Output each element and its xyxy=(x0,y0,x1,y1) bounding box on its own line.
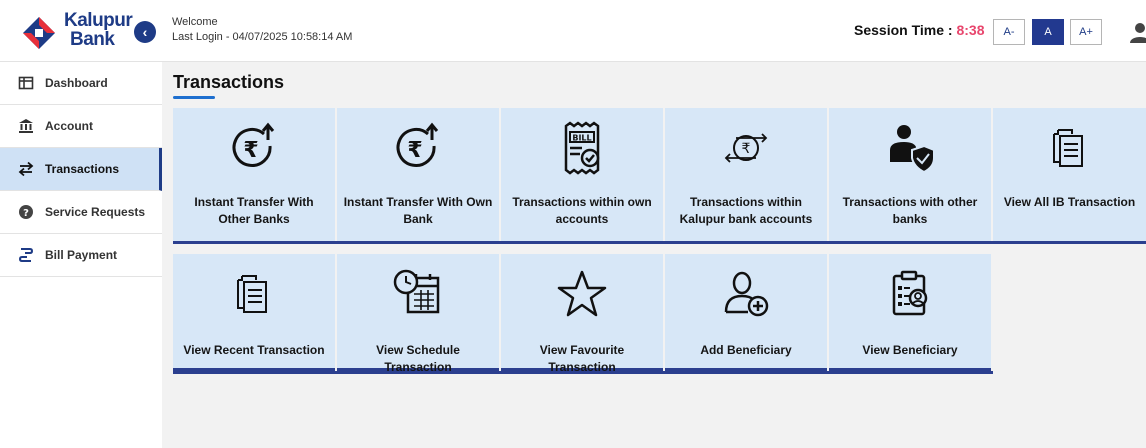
last-login-text: Last Login - 04/07/2025 10:58:14 AM xyxy=(172,31,353,43)
svg-text:₹: ₹ xyxy=(243,138,258,163)
tile-label: Transactions with other banks xyxy=(842,195,978,226)
collapse-sidebar-button[interactable]: ‹ xyxy=(134,21,156,43)
logo-text: Kalupur Bank xyxy=(64,10,133,50)
sidebar-item-service-requests[interactable]: ? Service Requests xyxy=(0,191,162,234)
help-circle-icon: ? xyxy=(19,205,33,219)
app: Kalupur Bank ‹ Welcome Last Login - 04/0… xyxy=(0,0,1146,448)
tile-transactions-own-accounts[interactable]: BILL Transactions within own accounts xyxy=(501,108,663,244)
row2-border xyxy=(173,371,993,374)
tile-label: Transactions within Kalupur bank account… xyxy=(679,195,813,226)
header: Kalupur Bank ‹ Welcome Last Login - 04/0… xyxy=(0,0,1146,62)
documents-icon xyxy=(1052,129,1083,167)
row1-border xyxy=(173,241,1146,244)
sidebar: Dashboard Account Transactions ? Service… xyxy=(0,62,162,448)
tile-label: Transactions within own accounts xyxy=(512,195,652,226)
bank-logo[interactable]: Kalupur Bank xyxy=(22,10,133,54)
dashboard-icon xyxy=(18,76,34,90)
user-icon[interactable] xyxy=(1128,20,1146,44)
logo-line1: Kalupur xyxy=(64,10,133,31)
sidebar-item-label: Account xyxy=(45,119,93,133)
welcome-text: Welcome xyxy=(172,16,218,28)
transfer-arrows-icon xyxy=(18,161,34,177)
rupee-exchange-icon: ₹ xyxy=(724,133,768,163)
rupee-up-arrow-icon: ₹ xyxy=(396,122,439,167)
tile-label: Add Beneficiary xyxy=(700,343,792,357)
sidebar-item-label: Transactions xyxy=(45,162,120,176)
bill-check-icon: BILL xyxy=(564,121,600,175)
tile-view-all-ib-transaction[interactable]: View All IB Transaction xyxy=(993,108,1146,244)
bank-building-icon xyxy=(19,119,33,133)
svg-text:?: ? xyxy=(23,208,29,219)
tile-transactions-other-banks[interactable]: Transactions with other banks xyxy=(829,108,991,244)
font-decrease-button[interactable]: A- xyxy=(993,19,1025,45)
logo-diamond-icon xyxy=(23,17,55,49)
bill-payment-icon xyxy=(19,248,33,262)
documents-icon xyxy=(237,275,267,313)
font-normal-button[interactable]: A xyxy=(1032,19,1064,45)
sidebar-item-dashboard[interactable]: Dashboard xyxy=(0,62,162,105)
font-increase-button[interactable]: A+ xyxy=(1070,19,1102,45)
welcome-block: Welcome Last Login - 04/07/2025 10:58:14… xyxy=(172,15,352,45)
title-underline xyxy=(173,96,215,99)
svg-text:BILL: BILL xyxy=(572,134,591,143)
rupee-up-arrow-icon: ₹ xyxy=(232,122,275,167)
sidebar-item-label: Dashboard xyxy=(45,76,108,90)
session-label: Session Time : xyxy=(854,22,953,38)
sidebar-item-label: Bill Payment xyxy=(45,248,118,262)
add-user-icon xyxy=(724,271,769,317)
tile-instant-transfer-other-banks[interactable]: ₹ Instant Transfer With Other Banks xyxy=(173,108,335,244)
tile-transactions-kalupur-accounts[interactable]: ₹ Transactions within Kalupur bank accou… xyxy=(665,108,827,244)
session-timer: Session Time : 8:38 xyxy=(854,22,984,38)
tile-label: View Recent Transaction xyxy=(183,343,325,357)
tile-instant-transfer-own-bank[interactable]: ₹ Instant Transfer With Own Bank xyxy=(337,108,499,244)
star-icon xyxy=(557,270,607,317)
tile-add-beneficiary[interactable]: Add Beneficiary xyxy=(665,254,827,371)
tile-view-schedule-transaction[interactable]: View Schedule Transaction xyxy=(337,254,499,374)
tile-view-beneficiary[interactable]: View Beneficiary xyxy=(829,254,991,371)
tile-view-favourite-transaction[interactable]: View Favourite Transaction xyxy=(501,254,663,374)
svg-text:₹: ₹ xyxy=(407,138,422,163)
tile-view-recent-transaction[interactable]: View Recent Transaction xyxy=(173,254,335,371)
page-title: Transactions xyxy=(173,72,285,92)
logo-line2: Bank xyxy=(70,29,115,50)
tile-label: Instant Transfer With Own Bank xyxy=(343,195,493,226)
chevron-left-icon: ‹ xyxy=(142,24,148,40)
sidebar-item-bill-payment[interactable]: Bill Payment xyxy=(0,234,162,277)
tile-label: View Beneficiary xyxy=(862,343,958,357)
sidebar-item-transactions[interactable]: Transactions xyxy=(0,148,162,191)
session-time: 8:38 xyxy=(956,22,985,38)
svg-text:₹: ₹ xyxy=(742,141,751,157)
tile-label: View All IB Transaction xyxy=(1003,195,1136,209)
tile-label: Instant Transfer With Other Banks xyxy=(194,195,314,226)
sidebar-item-label: Service Requests xyxy=(45,205,146,219)
person-shield-icon xyxy=(890,125,935,174)
calendar-clock-icon xyxy=(393,269,440,314)
sidebar-item-account[interactable]: Account xyxy=(0,105,162,148)
clipboard-user-icon xyxy=(892,270,928,316)
